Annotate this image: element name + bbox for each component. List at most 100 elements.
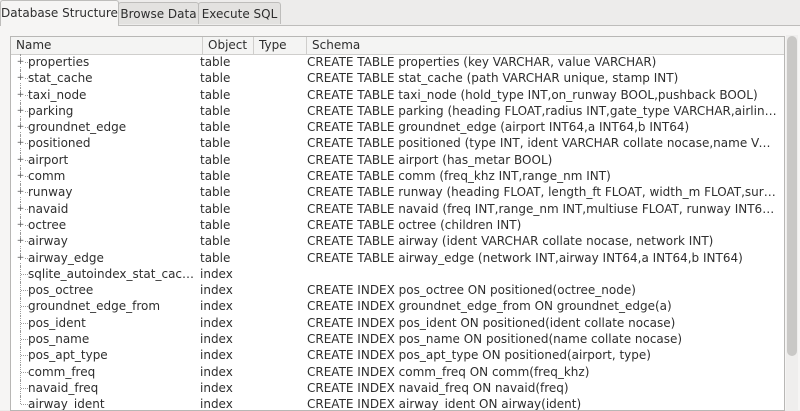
tree-branch-line [15, 331, 28, 348]
tree-row[interactable]: groundnet_edge_from index CREATE INDEX gro… [11, 298, 784, 315]
tree-row[interactable]: + airport table CREATE TABLE airport (has_m… [11, 151, 784, 168]
structure-tree[interactable]: Name Object Type Schema + properties table… [10, 36, 785, 411]
row-name: comm [28, 169, 66, 184]
row-object: index [200, 364, 233, 379]
row-object: index [200, 315, 233, 330]
tree-row[interactable]: pos_ident index CREATE INDEX pos_ident ON … [11, 314, 784, 331]
row-object: table [200, 71, 231, 86]
row-schema: CREATE INDEX pos_apt_type ON positioned(… [307, 348, 651, 363]
row-object: index [200, 299, 233, 314]
tree-row[interactable]: + groundnet_edge table CREATE TABLE groundn… [11, 119, 784, 136]
tree-row[interactable]: + octree table CREATE TABLE octree (childre… [11, 216, 784, 233]
column-header-type[interactable]: Type [254, 37, 307, 54]
tree-header: Name Object Type Schema [11, 37, 784, 55]
row-name: taxi_node [28, 87, 87, 102]
row-name: parking [28, 103, 74, 118]
row-schema: CREATE TABLE octree (children INT) [307, 217, 522, 232]
row-schema: CREATE INDEX groundnet_edge_from ON grou… [307, 299, 672, 314]
tree-branch-line [15, 347, 28, 364]
row-object: table [200, 152, 231, 167]
tree-row[interactable]: + parking table CREATE TABLE parking (headi… [11, 102, 784, 119]
expand-icon[interactable]: + [15, 54, 28, 70]
row-object: table [200, 120, 231, 135]
row-schema: CREATE TABLE runway (heading FLOAT, leng… [307, 185, 777, 200]
expand-icon[interactable]: + [15, 70, 28, 87]
tree-row[interactable]: + positioned table CREATE TABLE positioned … [11, 135, 784, 152]
tree-row[interactable]: + properties table CREATE TABLE properties … [11, 54, 784, 70]
expand-icon[interactable]: + [15, 135, 28, 152]
row-object: table [200, 87, 231, 102]
row-object: index [200, 348, 233, 363]
row-schema: CREATE TABLE comm (freq_khz INT,range_nm… [307, 169, 611, 184]
row-name: navaid [28, 201, 69, 216]
tree-row[interactable]: + runway table CREATE TABLE runway (heading… [11, 184, 784, 201]
tab-bar: Database Structure Browse Data Execute S… [0, 0, 800, 26]
row-name: navaid_freq [28, 380, 99, 395]
row-object: table [200, 250, 231, 265]
tree-row[interactable]: + airway_edge table CREATE TABLE airway_edg… [11, 249, 784, 266]
tab-database-structure[interactable]: Database Structure [0, 0, 119, 26]
row-schema: CREATE INDEX pos_ident ON positioned(ide… [307, 315, 676, 330]
row-name: airway_edge [28, 250, 104, 265]
expand-icon[interactable]: + [15, 216, 28, 233]
row-name: stat_cache [28, 71, 93, 86]
row-schema: CREATE INDEX comm_freq ON comm(freq_khz) [307, 364, 590, 379]
row-name: pos_apt_type [28, 348, 108, 363]
row-schema: CREATE TABLE parking (heading FLOAT,radi… [307, 103, 777, 118]
expand-icon[interactable]: + [15, 249, 28, 266]
row-schema: CREATE TABLE navaid (freq INT,range_nm I… [307, 201, 777, 216]
database-structure-panel: Name Object Type Schema + properties table… [0, 25, 800, 411]
row-name: properties [28, 55, 90, 69]
row-schema: CREATE TABLE groundnet_edge (airport INT… [307, 120, 690, 135]
tree-row[interactable]: + taxi_node table CREATE TABLE taxi_node (h… [11, 86, 784, 103]
column-header-object[interactable]: Object [203, 37, 254, 54]
tree-row[interactable]: + airway table CREATE TABLE airway (ident V… [11, 233, 784, 250]
tree-branch-line [15, 282, 28, 299]
expand-icon[interactable]: + [15, 200, 28, 217]
expand-icon[interactable]: + [15, 102, 28, 119]
tree-row[interactable]: + stat_cache table CREATE TABLE stat_cache … [11, 70, 784, 87]
expand-icon[interactable]: + [15, 168, 28, 185]
expand-icon[interactable]: + [15, 233, 28, 250]
tree-row[interactable]: pos_apt_type index CREATE INDEX pos_apt_ty… [11, 347, 784, 364]
row-name: groundnet_edge [28, 120, 127, 135]
row-schema: CREATE TABLE airway_edge (network INT,ai… [307, 250, 743, 265]
tree-row[interactable]: airway_ident index CREATE INDEX airway_ide… [11, 396, 784, 410]
row-schema: CREATE TABLE airport (has_metar BOOL) [307, 152, 553, 167]
tree-branch-line [15, 363, 28, 380]
tree-row[interactable]: + navaid table CREATE TABLE navaid (freq IN… [11, 200, 784, 217]
row-name: pos_name [28, 332, 90, 347]
tab-browse-data[interactable]: Browse Data [118, 2, 199, 24]
row-object: index [200, 266, 233, 281]
row-schema: CREATE INDEX navaid_freq ON navaid(freq) [307, 380, 569, 395]
row-object: index [200, 380, 233, 395]
row-object: table [200, 234, 231, 249]
tree-row[interactable]: pos_name index CREATE INDEX pos_name ON po… [11, 331, 784, 348]
row-object: table [200, 169, 231, 184]
tree-row[interactable]: + comm table CREATE TABLE comm (freq_khz IN… [11, 168, 784, 185]
expand-icon[interactable]: + [15, 86, 28, 103]
tree-rows: + properties table CREATE TABLE properties … [11, 54, 784, 410]
tree-row[interactable]: comm_freq index CREATE INDEX comm_freq ON … [11, 363, 784, 380]
row-schema: CREATE INDEX pos_octree ON positioned(oc… [307, 283, 636, 298]
row-object: table [200, 55, 231, 69]
tree-branch-line [15, 379, 28, 396]
row-name: octree [28, 217, 67, 232]
tree-branch-line [15, 265, 28, 282]
tab-execute-sql[interactable]: Execute SQL [198, 2, 281, 24]
tree-row[interactable]: sqlite_autoindex_stat_cache_1 index [11, 265, 784, 282]
row-name: airport [28, 152, 69, 167]
row-object: table [200, 217, 231, 232]
expand-icon[interactable]: + [15, 119, 28, 136]
column-header-schema[interactable]: Schema [307, 37, 784, 54]
tree-row[interactable]: pos_octree index CREATE INDEX pos_octree O… [11, 282, 784, 299]
row-schema: CREATE TABLE stat_cache (path VARCHAR un… [307, 71, 679, 86]
expand-icon[interactable]: + [15, 184, 28, 201]
scrollbar-thumb[interactable] [787, 36, 797, 356]
column-header-name[interactable]: Name [11, 37, 203, 54]
row-schema: CREATE TABLE properties (key VARCHAR, va… [307, 55, 657, 69]
tree-row[interactable]: navaid_freq index CREATE INDEX navaid_freq… [11, 379, 784, 396]
row-schema: CREATE TABLE positioned (type INT, ident… [307, 136, 777, 151]
tree-branch-line [15, 314, 28, 331]
expand-icon[interactable]: + [15, 151, 28, 168]
